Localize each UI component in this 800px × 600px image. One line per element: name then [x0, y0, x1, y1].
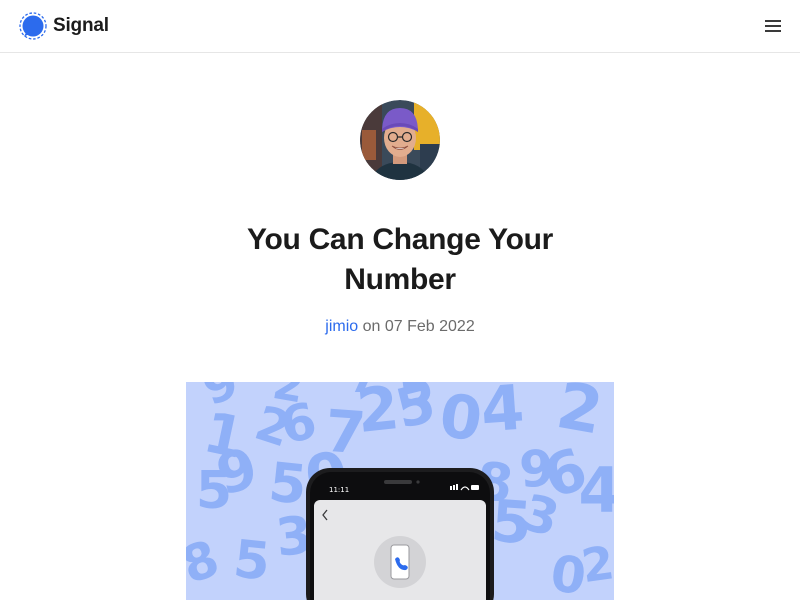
hero-numbers-phone-image: 9275126725042595098653402853 11:11: [186, 382, 614, 600]
post-title: You Can Change Your Number: [247, 223, 553, 296]
phone-time: 11:11: [329, 486, 349, 494]
brand-home-link[interactable]: Signal: [19, 12, 109, 40]
signal-bubble-icon: [19, 12, 47, 40]
author-avatar-photo: [360, 100, 440, 180]
brand-name: Signal: [53, 15, 109, 36]
post-date: 07 Feb 2022: [384, 318, 475, 335]
hero-illustration: 9275126725042595098653402853 11:11: [186, 382, 614, 600]
hero-digit: 2: [578, 535, 614, 593]
hero-digit: 4: [578, 454, 614, 527]
hamburger-menu-icon[interactable]: [764, 18, 782, 34]
phone-mockup: 11:11: [306, 468, 494, 600]
hero-digit: 5: [231, 529, 273, 592]
date-prefix: on: [362, 318, 381, 335]
site-header: Signal: [0, 0, 800, 53]
post-byline: jimio on 07 Feb 2022: [200, 317, 600, 337]
author-link[interactable]: jimio: [325, 318, 358, 335]
hero-digit: 4: [478, 382, 526, 446]
